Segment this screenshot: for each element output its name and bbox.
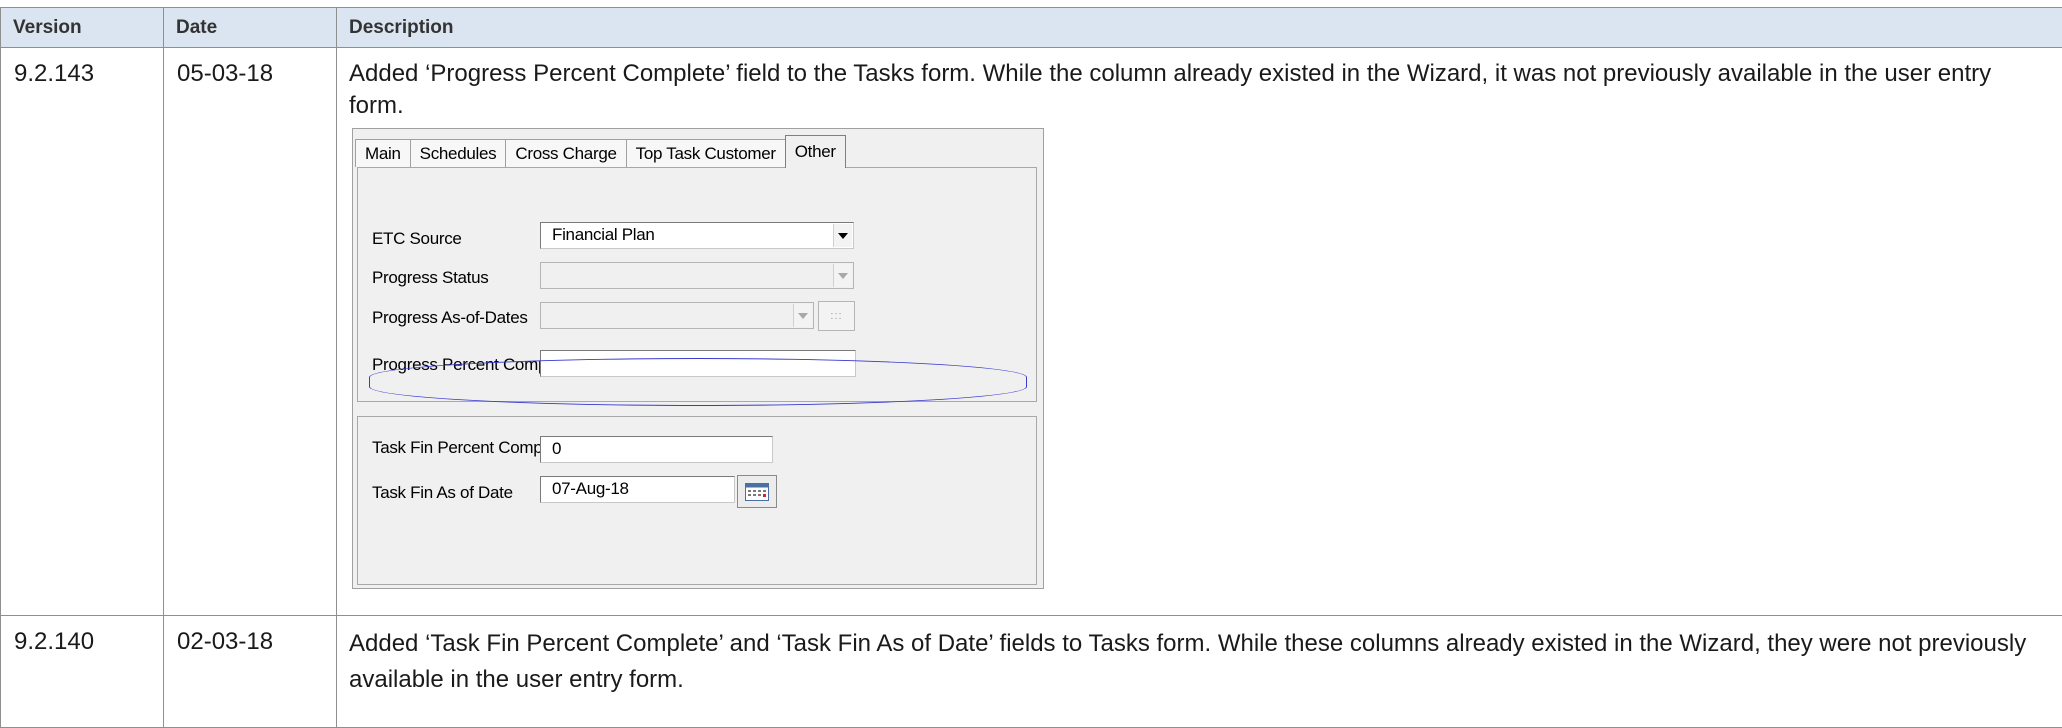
calendar-icon: [745, 483, 769, 501]
tab-main[interactable]: Main: [355, 139, 411, 167]
table-header-row: Version Date Description: [1, 8, 2062, 48]
tab-other[interactable]: Other: [785, 135, 846, 168]
release-notes-page: Version Date Description 9.2.143 05-03-1…: [0, 0, 2062, 725]
date-column-header: Date: [164, 8, 337, 48]
tab-cross-charge[interactable]: Cross Charge: [505, 139, 626, 167]
progress-group: ETC Source Financial Plan Progress Statu…: [357, 167, 1037, 402]
date-cell: 05-03-18: [164, 48, 337, 616]
chevron-down-icon[interactable]: [833, 224, 852, 247]
progress-as-of-dates-select: [540, 302, 814, 329]
progress-dates-lookup-button: :::: [818, 301, 855, 331]
description-text: Added ‘Progress Percent Complete’ field …: [349, 58, 2048, 122]
task-fin-as-of-date-input[interactable]: 07-Aug-18: [540, 476, 735, 503]
tab-strip: Main Schedules Cross Charge Top Task Cus…: [355, 135, 845, 167]
etc-source-label: ETC Source: [372, 229, 462, 249]
description-cell: Added ‘Progress Percent Complete’ field …: [337, 48, 2062, 616]
table-row: 9.2.143 05-03-18 Added ‘Progress Percent…: [1, 48, 2062, 616]
version-cell: 9.2.143: [1, 48, 164, 616]
tab-top-task-customer[interactable]: Top Task Customer: [626, 139, 786, 167]
etc-source-select[interactable]: Financial Plan: [540, 222, 854, 249]
chevron-down-icon: [833, 264, 852, 287]
date-cell: 02-03-18: [164, 616, 337, 728]
chevron-down-icon: [793, 304, 812, 327]
task-fin-as-of-date-label: Task Fin As of Date: [372, 483, 513, 503]
version-column-header: Version: [1, 8, 164, 48]
financial-group: Task Fin Percent Complete 0 Task Fin As …: [357, 416, 1037, 585]
calendar-button[interactable]: [737, 475, 777, 508]
progress-status-select: [540, 262, 854, 289]
progress-percent-complete-input[interactable]: [540, 350, 856, 377]
etc-source-value: Financial Plan: [552, 225, 655, 244]
task-fin-percent-complete-input[interactable]: 0: [540, 436, 773, 463]
description-column-header: Description: [337, 8, 2062, 48]
progress-as-of-dates-label: Progress As-of-Dates: [372, 308, 528, 328]
tasks-form-screenshot: Main Schedules Cross Charge Top Task Cus…: [352, 128, 1044, 589]
release-notes-table: Version Date Description 9.2.143 05-03-1…: [0, 7, 2062, 728]
description-cell: Added ‘Task Fin Percent Complete’ and ‘T…: [337, 616, 2062, 728]
progress-status-label: Progress Status: [372, 268, 488, 288]
version-cell: 9.2.140: [1, 616, 164, 728]
tab-schedules[interactable]: Schedules: [410, 139, 507, 167]
description-text: Added ‘Task Fin Percent Complete’ and ‘T…: [349, 626, 2048, 698]
table-row: 9.2.140 02-03-18 Added ‘Task Fin Percent…: [1, 616, 2062, 728]
